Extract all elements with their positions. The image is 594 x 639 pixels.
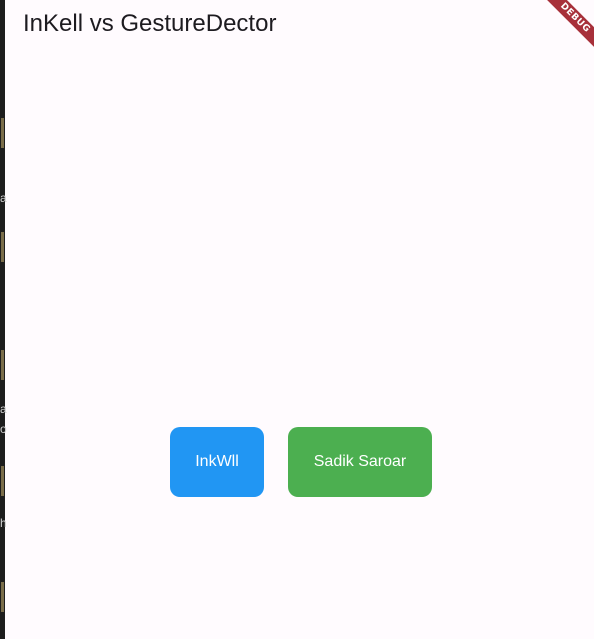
background-window-edge: a a o h bbox=[0, 0, 7, 639]
background-decor bbox=[1, 118, 4, 148]
background-decor bbox=[1, 466, 4, 496]
page-title: InKell vs GestureDector bbox=[23, 10, 277, 37]
app-window: a a o h InKell vs GestureDector DEBUG In… bbox=[0, 0, 594, 639]
background-decor bbox=[1, 582, 4, 612]
gesture-detector-button[interactable]: Sadik Saroar bbox=[288, 427, 432, 497]
background-decor bbox=[1, 350, 4, 380]
app-bar: InKell vs GestureDector bbox=[5, 0, 594, 52]
background-text-fragment: a bbox=[0, 191, 7, 205]
background-decor bbox=[1, 232, 4, 262]
background-text-fragment: a bbox=[0, 402, 7, 416]
background-text-fragment: o bbox=[0, 422, 7, 436]
inkwell-button-label: InkWll bbox=[195, 453, 239, 470]
background-text-fragment: h bbox=[0, 516, 7, 530]
inkwell-button[interactable]: InkWll bbox=[170, 427, 264, 497]
gesture-detector-button-label: Sadik Saroar bbox=[313, 453, 407, 470]
